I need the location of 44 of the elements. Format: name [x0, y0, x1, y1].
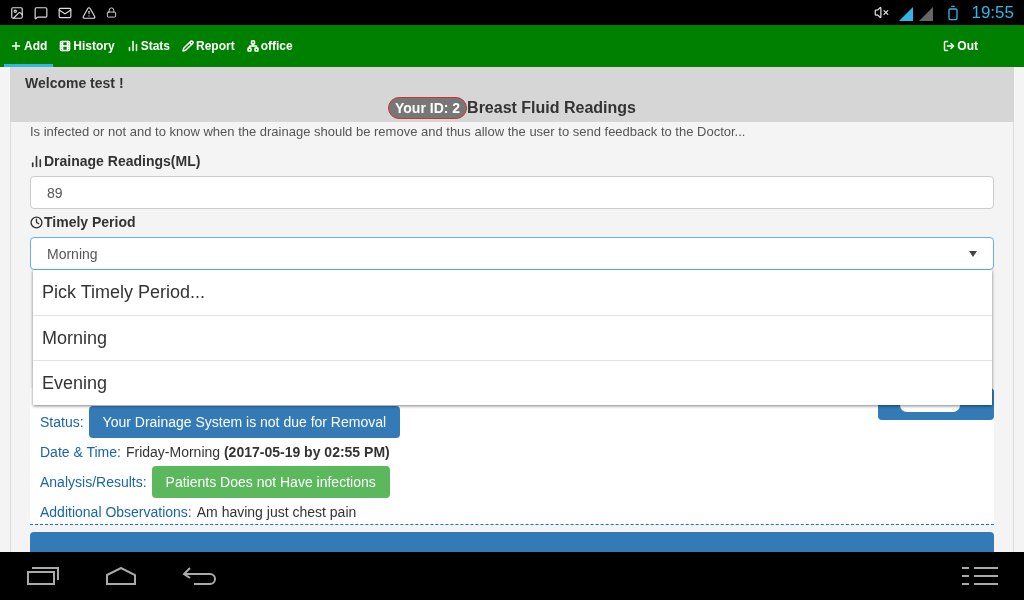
nav-tab[interactable]: office: [240, 25, 299, 67]
clock-time: 19:55: [971, 2, 1014, 23]
logout-icon: [943, 40, 956, 52]
dropdown-option[interactable]: Evening: [33, 360, 992, 405]
field-label: Timely Period: [44, 214, 136, 230]
analysis-label: Analysis/Results:: [40, 474, 147, 490]
recent-apps-icon: [26, 566, 60, 586]
logout-link[interactable]: Out: [937, 25, 984, 67]
intro-text: Is infected or not and to know when the drainage should be remove and thus allow the user to send feedback to the Doctor...: [30, 124, 747, 139]
period-select[interactable]: Morning: [30, 237, 994, 270]
welcome-text: Welcome test !: [25, 75, 125, 91]
observations-value: Am having just chest pain: [196, 504, 357, 520]
nav-tab[interactable]: Report: [176, 25, 241, 67]
message-icon: [34, 5, 48, 20]
id-badge: Your ID: 2: [388, 97, 468, 119]
date-value: Friday-Morning (2017-05-19 by 02:55 PM): [125, 444, 390, 460]
status-badge: Your Drainage System is not due for Removal: [88, 406, 401, 438]
field-label: Drainage Readings(ML): [44, 153, 201, 169]
mute-icon: [874, 5, 890, 20]
pencil-icon: [182, 40, 194, 52]
dropdown-option[interactable]: Morning: [33, 315, 992, 360]
bar-chart-icon: [30, 154, 43, 168]
caret-icon: [969, 250, 977, 257]
warning-icon: [82, 5, 96, 20]
page-title: Breast Fluid Readings: [467, 99, 636, 117]
network-icon: [246, 40, 259, 52]
back-icon: [182, 566, 216, 586]
status-label: Status:: [40, 414, 84, 430]
picture-icon: [10, 5, 24, 20]
home-icon: [105, 567, 137, 585]
plus-icon: [10, 40, 22, 52]
clock-icon: [30, 215, 43, 229]
film-icon: [59, 40, 72, 52]
result-badge: Patients Does not Have infections: [151, 466, 390, 498]
nav-tab[interactable]: History: [53, 25, 121, 67]
lock-icon: [106, 7, 117, 18]
mail-icon: [58, 5, 72, 20]
nav-tab[interactable]: Stats: [120, 25, 176, 67]
observations-label: Additional Observations:: [40, 504, 192, 520]
drainage-input[interactable]: 89: [30, 176, 994, 209]
bar-chart-icon: [126, 40, 139, 52]
date-label: Date & Time:: [40, 444, 121, 460]
menu-icon: [962, 566, 998, 586]
dropdown-option[interactable]: Pick Timely Period...: [33, 270, 992, 315]
